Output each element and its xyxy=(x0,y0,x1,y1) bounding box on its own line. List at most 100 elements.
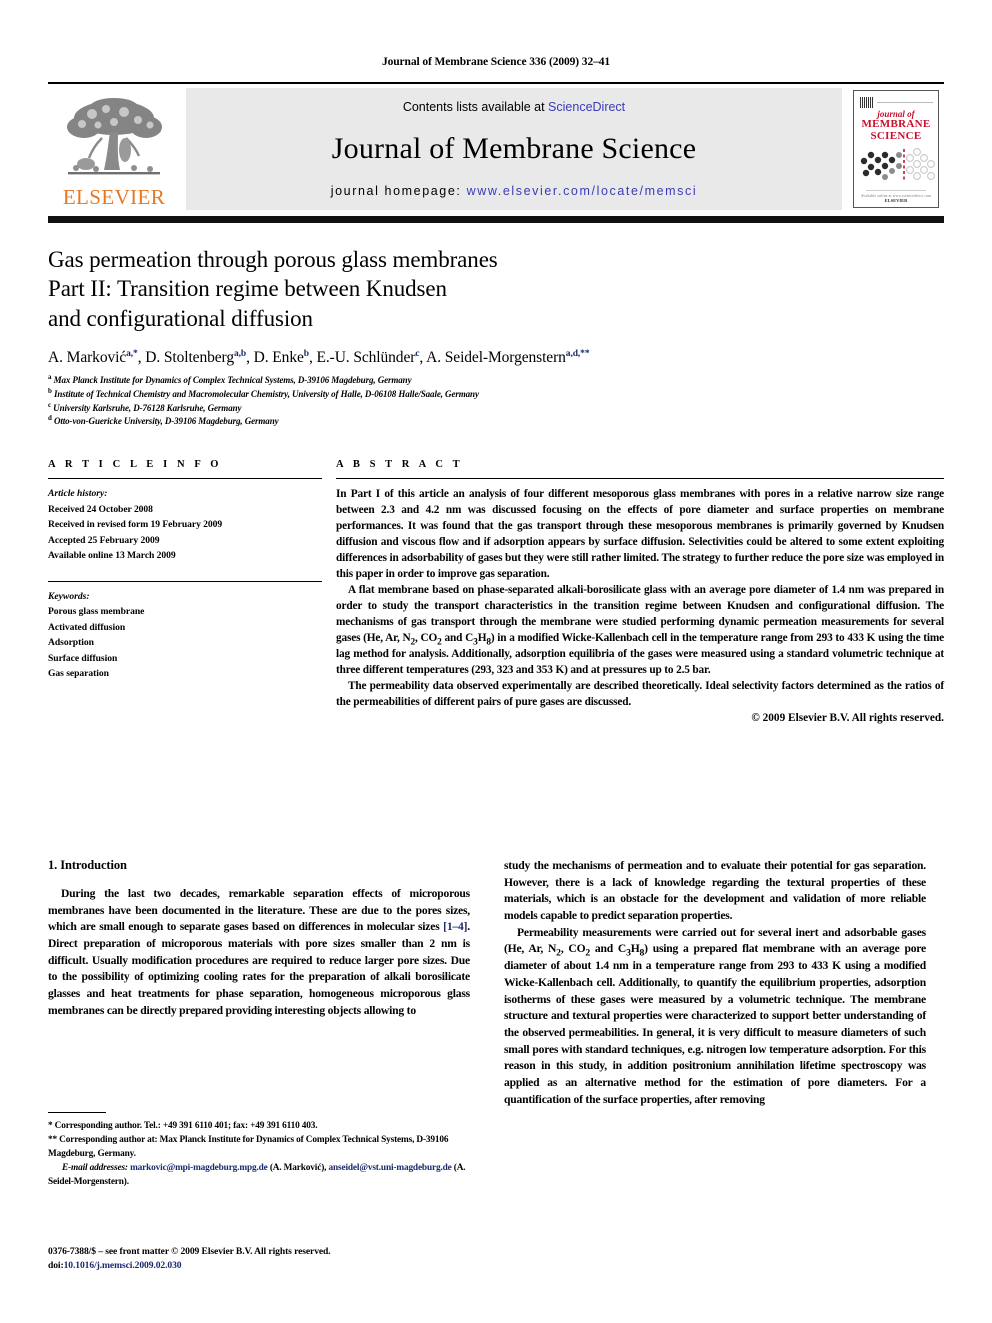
affiliation-mark: a xyxy=(48,373,52,382)
keyword-item: Gas separation xyxy=(48,668,109,680)
elsevier-tree-icon xyxy=(67,98,162,175)
article-title-line-3: and configurational diffusion xyxy=(48,305,313,331)
article-info-column: A R T I C L E I N F O Article history: R… xyxy=(48,459,336,724)
author-affiliation-marks[interactable]: a,d,** xyxy=(566,349,590,359)
section-heading-introduction: 1. Introduction xyxy=(48,858,127,872)
doi-link[interactable]: 10.1016/j.memsci.2009.02.030 xyxy=(64,1260,182,1271)
article-title-line-2: Part II: Transition regime between Knuds… xyxy=(48,276,447,302)
masthead-black-bar xyxy=(48,216,944,223)
article-title: Gas permeation through porous glass memb… xyxy=(48,245,944,333)
body-paragraph: study the mechanisms of permeation and t… xyxy=(504,859,926,923)
article-header: Gas permeation through porous glass memb… xyxy=(48,245,944,429)
issn-copyright-block: 0376-7388/$ – see front matter © 2009 El… xyxy=(48,1245,478,1274)
article-info-heading: A R T I C L E I N F O xyxy=(48,459,223,470)
keyword-item: Porous glass membrane xyxy=(48,606,145,618)
contents-prefix-text: Contents lists available at xyxy=(402,100,549,114)
journal-cover-thumbnail: journal of MEMBRANE SCIENCE Available on… xyxy=(853,90,939,208)
cover-barcode-icon xyxy=(860,97,874,108)
body-columns: 1. Introduction During the last two deca… xyxy=(48,858,944,1108)
affiliation-item: d Otto-von-Guericke University, D-39106 … xyxy=(48,415,944,429)
journal-title: Journal of Membrane Science xyxy=(331,132,697,165)
affiliation-mark: b xyxy=(48,386,52,395)
affiliation-mark: c xyxy=(48,400,52,409)
affiliation-item: a Max Planck Institute for Dynamics of C… xyxy=(48,374,944,388)
cover-line-science: SCIENCE xyxy=(870,129,922,142)
journal-homepage-link[interactable]: www.elsevier.com/locate/memsci xyxy=(467,184,698,198)
email-link-markovic[interactable]: markovic@mpi-magdeburg.mpg.de xyxy=(130,1163,268,1173)
article-info-rule xyxy=(48,478,322,479)
masthead-center: Contents lists available at ScienceDirec… xyxy=(186,88,842,210)
cover-line-membrane: MEMBRANE xyxy=(861,118,931,130)
affiliation-item: c University Karlsruhe, D-76128 Karlsruh… xyxy=(48,400,944,416)
article-history-item: Received 24 October 2008 xyxy=(48,503,153,515)
abstract-rule xyxy=(336,478,944,479)
affiliation-text: Max Planck Institute for Dynamics of Com… xyxy=(53,375,412,386)
author-name: A. Seidel-Morgenstern xyxy=(426,349,566,367)
author-list: A. Markovića,*, D. Stoltenberga,b, D. En… xyxy=(48,349,590,367)
homepage-prefix-text: journal homepage: xyxy=(330,184,467,198)
author-name: D. Enke xyxy=(253,349,304,367)
keywords-label: Keywords: xyxy=(48,590,90,602)
abstract-heading: A B S T R A C T xyxy=(336,459,464,470)
footnote-rule xyxy=(48,1112,106,1113)
body-right-column: study the mechanisms of permeation and t… xyxy=(504,858,926,1108)
contents-available-line: Contents lists available at ScienceDirec… xyxy=(403,100,625,114)
cover-divider xyxy=(877,102,933,103)
email-owner-1: (A. Marković), xyxy=(267,1162,327,1173)
keywords-rule xyxy=(48,580,322,582)
cover-footer: Available online at www.sciencedirect.co… xyxy=(854,190,938,203)
author-affiliation-marks[interactable]: a,b xyxy=(234,349,246,359)
journal-cover-block: journal of MEMBRANE SCIENCE Available on… xyxy=(848,88,944,210)
email-link-seidel[interactable]: anseidel@vst.uni-magdeburg.de xyxy=(329,1163,452,1173)
body-paragraph: Permeability measurements were carried o… xyxy=(504,925,926,1106)
citation-link[interactable]: [1–4] xyxy=(443,920,467,933)
article-history-item: Available online 13 March 2009 xyxy=(48,550,176,562)
affiliation-mark: d xyxy=(48,414,52,423)
info-abstract-row: A R T I C L E I N F O Article history: R… xyxy=(48,459,944,724)
footnote-block: * Corresponding author. Tel.: +49 391 61… xyxy=(48,1112,470,1190)
abstract-paragraph: In Part I of this article an analysis of… xyxy=(336,488,944,581)
abstract-column: A B S T R A C T In Part I of this articl… xyxy=(336,459,944,724)
keyword-item: Surface diffusion xyxy=(48,652,118,664)
elsevier-logo: ELSEVIER xyxy=(48,88,180,210)
author-affiliation-marks[interactable]: c xyxy=(415,349,419,359)
body-paragraph: During the last two decades, remarkable … xyxy=(48,887,470,1017)
footnote-email-addresses: E-mail addresses: markovic@mpi-magdeburg… xyxy=(48,1162,470,1190)
article-history-item: Accepted 25 February 2009 xyxy=(48,534,160,546)
doi-line: doi:10.1016/j.memsci.2009.02.030 xyxy=(48,1259,478,1273)
abstract-paragraph: A flat membrane based on phase-separated… xyxy=(336,584,945,677)
keyword-item: Adsorption xyxy=(48,637,94,649)
article-title-line-1: Gas permeation through porous glass memb… xyxy=(48,247,498,272)
author-name: E.-U. Schlünder xyxy=(316,349,416,367)
email-label: E-mail addresses: xyxy=(62,1162,128,1173)
paper-page: Journal of Membrane Science 336 (2009) 3… xyxy=(0,0,992,1323)
affiliation-text: University Karlsruhe, D-76128 Karlsruhe,… xyxy=(53,402,242,413)
affiliation-text: Institute of Technical Chemistry and Mac… xyxy=(53,388,479,399)
doi-label: doi: xyxy=(48,1260,64,1272)
author-affiliation-marks[interactable]: b xyxy=(304,349,309,359)
footnote-corresponding-author-2: ** Corresponding author at: Max Planck I… xyxy=(48,1134,449,1159)
author-name: D. Stoltenberg xyxy=(145,349,234,367)
author-name: A. Marković xyxy=(48,349,127,367)
abstract-paragraph: The permeability data observed experimen… xyxy=(336,680,944,709)
keyword-item: Activated diffusion xyxy=(48,621,126,633)
abstract-copyright: © 2009 Elsevier B.V. All rights reserved… xyxy=(751,712,944,725)
cover-molecule-graphic xyxy=(860,148,935,181)
journal-masthead: ELSEVIER Contents lists available at Sci… xyxy=(48,82,944,210)
issn-front-matter: 0376-7388/$ – see front matter © 2009 El… xyxy=(48,1246,331,1257)
running-head: Journal of Membrane Science 336 (2009) 3… xyxy=(381,56,611,68)
cover-footer-brand: ELSEVIER xyxy=(884,198,908,203)
article-history-label: Article history: xyxy=(48,488,108,499)
sciencedirect-link[interactable]: ScienceDirect xyxy=(548,100,625,114)
affiliation-text: Otto-von-Guericke University, D-39106 Ma… xyxy=(53,416,279,427)
affiliation-item: b Institute of Technical Chemistry and M… xyxy=(48,386,944,402)
affiliation-list: a Max Planck Institute for Dynamics of C… xyxy=(48,374,944,429)
author-affiliation-marks[interactable]: a,* xyxy=(126,349,138,359)
article-history-item: Received in revised form 19 February 200… xyxy=(48,519,223,531)
cover-footer-rule xyxy=(866,190,926,191)
elsevier-wordmark: ELSEVIER xyxy=(62,185,166,209)
journal-homepage-line: journal homepage: www.elsevier.com/locat… xyxy=(331,184,698,198)
body-left-column: 1. Introduction During the last two deca… xyxy=(48,858,470,1108)
footnote-corresponding-author-1: * Corresponding author. Tel.: +49 391 61… xyxy=(48,1121,318,1131)
